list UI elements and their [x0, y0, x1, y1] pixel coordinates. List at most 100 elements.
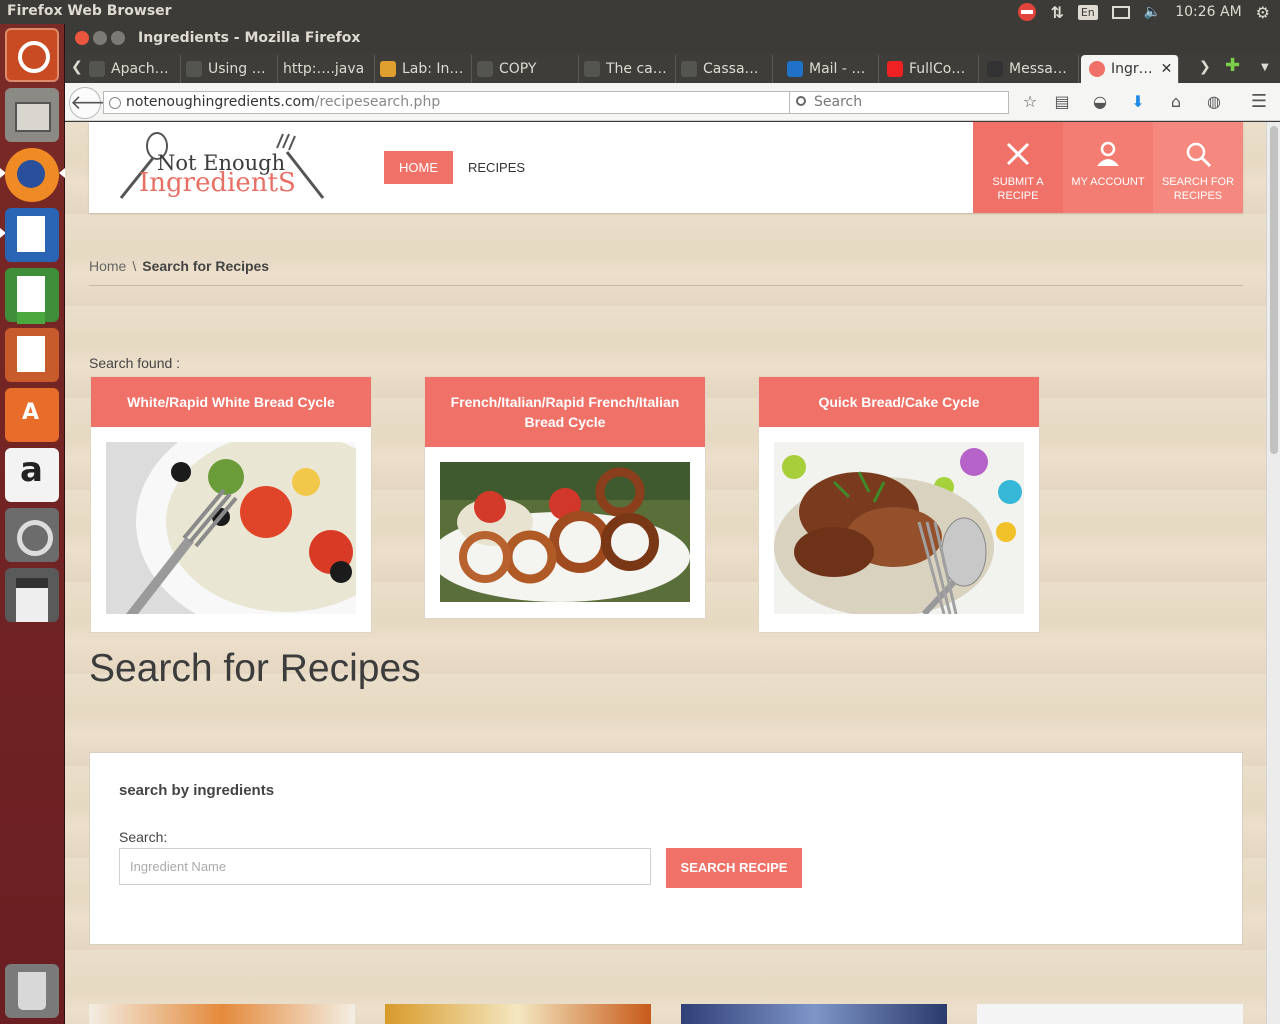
loading-icon: [584, 61, 600, 77]
url-path: /recipesearch.php: [314, 94, 441, 110]
tab-label: COPY: [499, 61, 537, 77]
breadcrumb-home-link[interactable]: Home: [89, 258, 126, 274]
search-panel-title: search by ingredients: [119, 782, 275, 799]
recipe-card[interactable]: White/Rapid White Bread Cycle: [90, 376, 372, 633]
search-icon: [1153, 122, 1243, 168]
site-icon: [1089, 61, 1105, 77]
my-account-button[interactable]: MY ACCOUNT: [1063, 122, 1153, 213]
close-icon[interactable]: ✕: [1161, 61, 1173, 77]
tab-label: Lab: In…: [402, 61, 464, 77]
search-input[interactable]: Search: [789, 91, 1009, 114]
recipe-card-title[interactable]: Quick Bread/Cake Cycle: [759, 377, 1039, 427]
firefox-icon[interactable]: [5, 148, 59, 202]
new-tab-plus-icon[interactable]: ✚: [1225, 55, 1240, 76]
software-center-icon[interactable]: [5, 388, 59, 442]
recipe-card[interactable]: French/Italian/Rapid French/Italian Brea…: [424, 376, 706, 619]
tab-scroll-right-icon[interactable]: ❯: [1199, 59, 1211, 75]
recipe-card-title[interactable]: French/Italian/Rapid French/Italian Brea…: [425, 377, 705, 447]
stop-indicator-icon[interactable]: [1018, 3, 1037, 21]
system-settings-icon[interactable]: [5, 508, 59, 562]
libreoffice-calc-icon[interactable]: [5, 268, 59, 324]
tab[interactable]: Apach…: [85, 55, 181, 83]
libreoffice-writer-icon[interactable]: [5, 208, 59, 262]
amazon-icon[interactable]: [5, 448, 59, 502]
system-gear-icon[interactable]: ⚙: [1256, 3, 1270, 22]
rice-dish-photo[interactable]: [774, 442, 1024, 614]
tab-label: Ingr…: [1111, 61, 1153, 77]
recipe-card-title[interactable]: White/Rapid White Bread Cycle: [91, 377, 371, 427]
youtube-icon: [887, 61, 903, 77]
submit-recipe-button[interactable]: SUBMIT A RECIPE: [973, 122, 1063, 213]
lab-icon: [380, 61, 396, 77]
ingredient-search-input[interactable]: [119, 848, 651, 885]
messenger-icon: [987, 61, 1003, 77]
search-panel: search by ingredients Search: SEARCH REC…: [89, 752, 1243, 945]
submit-recipe-label: SUBMIT A RECIPE: [992, 176, 1044, 202]
outlook-icon: [787, 61, 803, 77]
mail-icon[interactable]: [1111, 5, 1130, 19]
keyboard-layout-indicator[interactable]: En: [1077, 4, 1098, 20]
salad-photo[interactable]: [106, 442, 356, 614]
recipe-thumbnail[interactable]: [89, 1004, 355, 1024]
tab-label: Cassa…: [703, 61, 759, 77]
recipe-thumbnail[interactable]: [385, 1004, 651, 1024]
back-button[interactable]: 🡐: [69, 87, 124, 119]
search-label: Search:: [119, 829, 168, 845]
window-title-bar: Ingredients - Mozilla Firefox: [65, 24, 1280, 53]
tab[interactable]: Using …: [182, 55, 278, 83]
tab[interactable]: Lab: In…: [376, 55, 472, 83]
recipe-thumbnail[interactable]: [681, 1004, 947, 1024]
bookmark-star-icon[interactable]: ☆: [1020, 92, 1040, 112]
tab-active[interactable]: Ingr… ✕: [1081, 55, 1179, 83]
save-disk-icon[interactable]: [5, 568, 59, 622]
nav-recipes-link[interactable]: RECIPES: [468, 151, 525, 184]
url-bar[interactable]: notenoughingredients.com/recipesearch.ph…: [103, 91, 849, 114]
ubuntu-dash-icon[interactable]: [5, 28, 59, 82]
home-icon[interactable]: ⌂: [1166, 92, 1186, 112]
my-account-label: MY ACCOUNT: [1071, 176, 1145, 188]
breadcrumb: Home \ Search for Recipes: [89, 258, 269, 274]
window-minimize-button[interactable]: [93, 31, 107, 45]
search-recipes-label: SEARCH FOR RECIPES: [1161, 176, 1235, 202]
search-recipe-button[interactable]: SEARCH RECIPE: [666, 848, 802, 888]
tab[interactable]: COPY: [473, 55, 579, 83]
window-close-button[interactable]: [75, 31, 89, 45]
scrollbar-thumb[interactable]: [1270, 126, 1278, 454]
clock[interactable]: 10:26 AM: [1175, 4, 1241, 20]
page-scrollbar[interactable]: [1266, 122, 1280, 1024]
tab-label: The ca…: [606, 61, 667, 77]
volume-icon[interactable]: 🔈: [1144, 4, 1161, 20]
chat-bubble-icon[interactable]: ◍: [1204, 92, 1224, 112]
tab[interactable]: Messa…: [983, 55, 1079, 83]
page-title: Search for Recipes: [89, 647, 421, 690]
reading-list-icon[interactable]: ▤: [1052, 92, 1072, 112]
recipe-thumbnail[interactable]: [977, 1004, 1243, 1024]
search-recipes-button[interactable]: SEARCH FOR RECIPES: [1153, 122, 1243, 213]
tab-label: Messa…: [1009, 61, 1067, 77]
window-maximize-button[interactable]: [111, 31, 125, 45]
tab-label: http:….java: [283, 61, 365, 77]
nav-home-button[interactable]: HOME: [384, 151, 453, 184]
tab[interactable]: FullCo…: [883, 55, 979, 83]
tab-list-chevron-down-icon[interactable]: ▼: [1261, 62, 1269, 73]
files-icon[interactable]: [5, 88, 59, 142]
recipe-card[interactable]: Quick Bread/Cake Cycle: [758, 376, 1040, 633]
network-arrows-icon[interactable]: ⇅: [1050, 3, 1063, 22]
tab[interactable]: http:….java: [279, 55, 375, 83]
site-header: Not Enough IngredientS HOME RECIPES SUBM…: [89, 122, 1243, 213]
loading-icon: [186, 61, 202, 77]
tab-scroll-left-icon[interactable]: ❮: [71, 59, 83, 75]
onion-rings-photo[interactable]: [440, 462, 690, 602]
tab[interactable]: The ca…: [580, 55, 676, 83]
trash-icon[interactable]: [5, 964, 59, 1018]
site-info-icon[interactable]: [109, 97, 121, 109]
loading-icon: [477, 61, 493, 77]
menu-hamburger-icon[interactable]: ☰: [1249, 92, 1269, 112]
site-logo[interactable]: Not Enough IngredientS: [111, 132, 331, 204]
tab[interactable]: Cassa…: [677, 55, 773, 83]
downloads-arrow-icon[interactable]: ⬇: [1128, 92, 1148, 112]
tab[interactable]: Mail - …: [783, 55, 879, 83]
pocket-icon[interactable]: ◒: [1090, 92, 1110, 112]
user-icon: [1063, 122, 1153, 168]
libreoffice-impress-icon[interactable]: [5, 328, 59, 382]
